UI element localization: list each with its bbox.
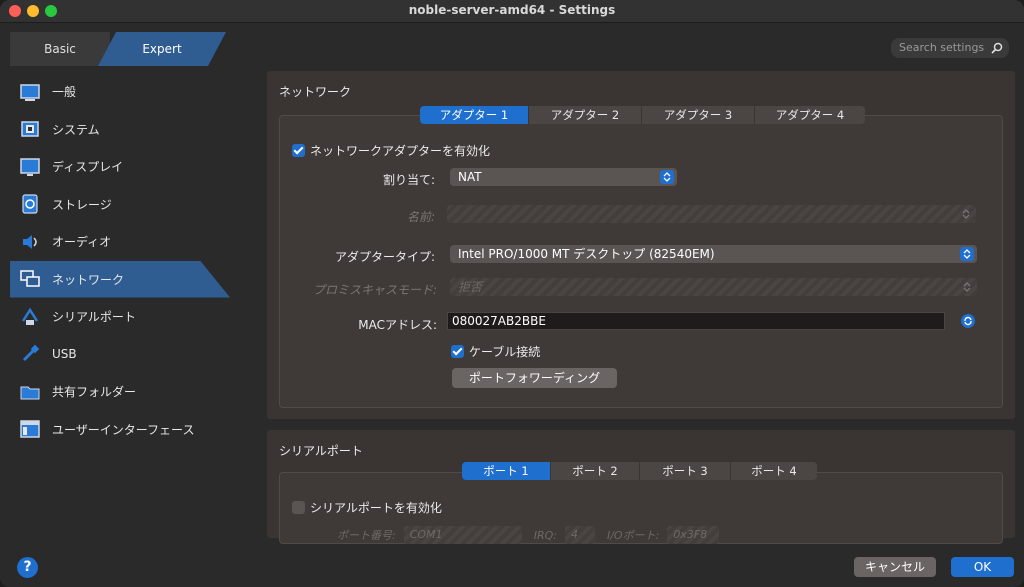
- user-interface-icon: [20, 419, 40, 439]
- cancel-button[interactable]: キャンセル: [854, 557, 936, 577]
- sidebar-item-label: 一般: [52, 85, 77, 100]
- sidebar-item-serial-port[interactable]: シリアルポート: [10, 298, 235, 336]
- enable-serial-port-checkbox[interactable]: シリアルポートを有効化: [292, 499, 442, 516]
- serial-port-section: シリアルポート ポート 1 ポート 2 ポート 3 ポート 4 シリアルポートを…: [267, 430, 1015, 544]
- port-forwarding-button[interactable]: ポートフォワーディング: [452, 368, 617, 388]
- sidebar-item-label: ユーザーインターフェース: [52, 422, 195, 437]
- sidebar-item-general[interactable]: 一般: [10, 73, 235, 111]
- ok-button[interactable]: OK: [951, 557, 1014, 577]
- search-placeholder: Search settings: [899, 41, 985, 54]
- chevron-updown-icon: [959, 207, 973, 221]
- select-value: 拒否: [458, 280, 483, 294]
- sidebar-item-network[interactable]: ネットワーク: [10, 260, 230, 298]
- sidebar-item-label: シリアルポート: [52, 310, 136, 325]
- serial-port-settings-row: ポート番号: COM1 IRQ: 4 I/Oポート: 0x3F8: [337, 526, 720, 544]
- tab-adapter-2[interactable]: アダプター 2: [529, 106, 642, 124]
- title-bar: noble-server-amd64 - Settings: [0, 0, 1024, 23]
- general-icon: [20, 82, 40, 102]
- usb-icon: [20, 344, 40, 364]
- sidebar-item-label: オーディオ: [52, 235, 112, 250]
- sidebar-item-label: ディスプレイ: [52, 160, 124, 175]
- settings-window: noble-server-amd64 - Settings Basic Expe…: [0, 0, 1024, 587]
- select-value: NAT: [458, 170, 482, 184]
- adapter-tabs: アダプター 1 アダプター 2 アダプター 3 アダプター 4: [420, 106, 865, 124]
- checkbox-label: ケーブル接続: [469, 345, 541, 359]
- sidebar-item-storage[interactable]: ストレージ: [10, 186, 235, 224]
- sidebar-item-label: USB: [52, 347, 77, 362]
- checkbox-checked-icon: [451, 345, 464, 358]
- mac-address-field[interactable]: 080027AB2BBE: [447, 312, 945, 330]
- shared-folder-icon: [20, 382, 40, 402]
- section-title: シリアルポート: [279, 444, 363, 458]
- port-number-select[interactable]: COM1: [403, 526, 522, 544]
- name-label: 名前:: [406, 210, 435, 224]
- port-number-label: ポート番号:: [337, 529, 396, 542]
- sidebar-item-shared-folders[interactable]: 共有フォルダー: [10, 373, 235, 411]
- irq-label: IRQ:: [533, 528, 557, 542]
- tab-port-4[interactable]: ポート 4: [731, 462, 817, 480]
- name-select[interactable]: [447, 205, 976, 223]
- network-section: ネットワーク アダプター 1 アダプター 2 アダプター 3 アダプター 4 ネ…: [267, 71, 1015, 419]
- audio-icon: [20, 232, 40, 252]
- sidebar: Basic Expert 一般 システム ディスプレイ ストレージ オーディオ …: [0, 23, 240, 587]
- tab-adapter-3[interactable]: アダプター 3: [642, 106, 755, 124]
- serial-port-tabs: ポート 1 ポート 2 ポート 3 ポート 4: [462, 462, 817, 480]
- sidebar-item-user-interface[interactable]: ユーザーインターフェース: [10, 411, 235, 449]
- basic-mode-button[interactable]: Basic: [10, 32, 110, 66]
- expert-mode-button[interactable]: Expert: [98, 32, 226, 66]
- tab-port-1[interactable]: ポート 1: [462, 462, 551, 480]
- display-icon: [20, 157, 40, 177]
- section-title: ネットワーク: [279, 85, 352, 99]
- attached-to-label: 割り当て:: [382, 173, 435, 187]
- tab-port-2[interactable]: ポート 2: [551, 462, 640, 480]
- sidebar-item-display[interactable]: ディスプレイ: [10, 148, 235, 186]
- chevron-updown-icon: [660, 170, 674, 184]
- io-port-label: I/Oポート:: [606, 529, 660, 542]
- enable-network-adapter-checkbox[interactable]: ネットワークアダプターを有効化: [292, 142, 490, 159]
- sidebar-item-audio[interactable]: オーディオ: [10, 223, 235, 261]
- system-icon: [20, 119, 40, 139]
- promiscuous-mode-select[interactable]: 拒否: [450, 278, 977, 296]
- adapter-type-label: アダプタータイプ:: [334, 250, 435, 264]
- storage-icon: [20, 194, 40, 214]
- checkbox-checked-icon: [292, 144, 305, 157]
- network-icon: [20, 269, 40, 289]
- attached-to-select[interactable]: NAT: [450, 168, 677, 186]
- checkbox-label: シリアルポートを有効化: [310, 501, 442, 515]
- tab-adapter-1[interactable]: アダプター 1: [420, 106, 529, 124]
- checkbox-label: ネットワークアダプターを有効化: [310, 144, 491, 158]
- tab-port-3[interactable]: ポート 3: [640, 462, 731, 480]
- sidebar-item-label: 共有フォルダー: [52, 385, 137, 400]
- sidebar-item-label: ストレージ: [52, 197, 112, 212]
- sidebar-item-usb[interactable]: USB: [10, 336, 235, 374]
- chevron-updown-icon: [960, 247, 974, 261]
- search-input[interactable]: Search settings: [891, 38, 1009, 58]
- io-port-field[interactable]: 0x3F8: [667, 526, 720, 544]
- mode-switch: Basic Expert: [10, 32, 226, 66]
- sidebar-item-label: ネットワーク: [52, 272, 125, 287]
- select-value: Intel PRO/1000 MT デスクトップ (82540EM): [458, 247, 715, 261]
- search-icon[interactable]: [991, 41, 1003, 54]
- serial-port-icon: [20, 307, 40, 327]
- sidebar-item-label: システム: [52, 122, 100, 137]
- cable-connected-checkbox[interactable]: ケーブル接続: [451, 343, 540, 360]
- regenerate-mac-icon[interactable]: [961, 314, 975, 328]
- settings-nav: 一般 システム ディスプレイ ストレージ オーディオ ネットワーク シリアルポー…: [10, 73, 235, 448]
- adapter-type-select[interactable]: Intel PRO/1000 MT デスクトップ (82540EM): [450, 245, 977, 263]
- irq-field[interactable]: 4: [564, 526, 595, 544]
- help-button[interactable]: ?: [17, 557, 38, 578]
- checkbox-unchecked-icon: [292, 501, 305, 514]
- chevron-updown-icon: [960, 280, 974, 294]
- window-title: noble-server-amd64 - Settings: [408, 3, 616, 17]
- promiscuous-mode-label: プロミスキャスモード:: [312, 283, 437, 297]
- mac-address-label: MACアドレス:: [358, 318, 437, 332]
- sidebar-item-system[interactable]: システム: [10, 111, 235, 149]
- tab-adapter-4[interactable]: アダプター 4: [755, 106, 865, 124]
